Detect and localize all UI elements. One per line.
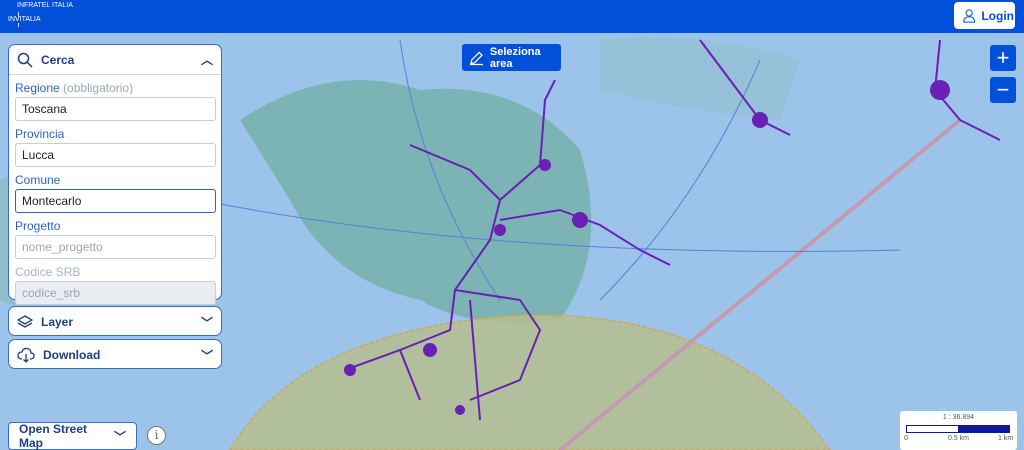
layer-panel[interactable]: Layer ﹀ [8,306,222,336]
header: INFRATEL ITALIA INVITALIA Login [0,0,1024,33]
search-header[interactable]: Cerca ︿ [9,45,221,75]
srb-input: codice_srb [15,281,216,305]
chevron-down-icon[interactable]: ﹀ [201,314,213,331]
user-icon [963,8,976,23]
pencil-icon [469,51,483,65]
cloud-download-icon [17,347,35,363]
provincia-input[interactable]: Lucca [15,143,216,167]
select-area-button[interactable]: Seleziona area [462,44,561,71]
scale-bar: 1 : 36.894 0 0.5 km 1 km [900,411,1017,450]
chevron-up-icon[interactable]: ︿ [201,51,213,68]
logo-invitalia: INVITALIA [8,16,41,23]
zoom-out-button[interactable]: − [990,77,1016,103]
comune-input[interactable]: Montecarlo [15,189,216,213]
basemap-select[interactable]: Open Street Map ﹀ [8,422,137,450]
chevron-down-icon[interactable]: ﹀ [201,347,213,364]
regione-input[interactable]: Toscana [15,97,216,121]
progetto-input[interactable]: nome_progetto [15,235,216,259]
download-panel[interactable]: Download ﹀ [8,339,222,369]
search-panel: Cerca ︿ Regione (obbligatorio) Toscana P… [8,44,222,305]
login-button[interactable]: Login [954,2,1015,29]
zoom-in-button[interactable]: + [990,45,1016,71]
layers-icon [17,315,33,328]
logo-infratel: INFRATEL ITALIA [17,2,73,9]
search-icon [17,52,33,68]
info-button[interactable]: i [147,426,166,445]
chevron-down-icon: ﹀ [113,429,126,444]
